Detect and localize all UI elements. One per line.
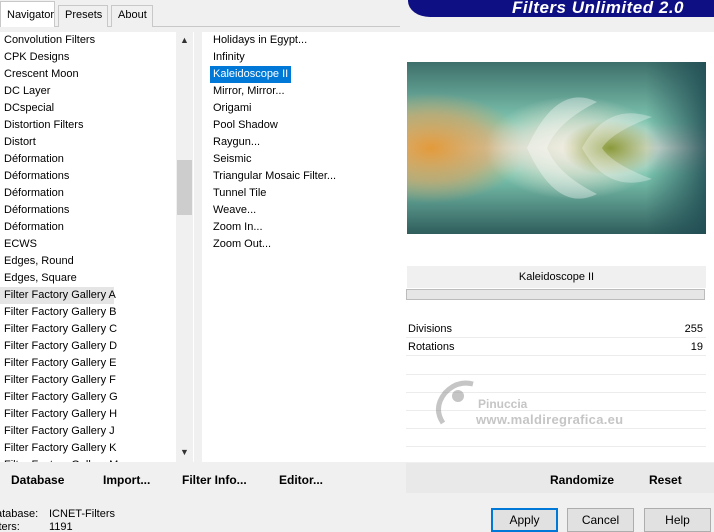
reset-button[interactable]: Reset (649, 473, 682, 487)
tab-navigator[interactable]: Navigator (0, 1, 55, 27)
param-row-empty (406, 392, 706, 393)
status-label: lters: (0, 521, 20, 532)
category-item[interactable]: Filter Factory Gallery C (0, 321, 176, 338)
cancel-button[interactable]: Cancel (567, 508, 634, 532)
category-item[interactable]: Déformations (0, 168, 176, 185)
param-row-empty (406, 446, 706, 447)
category-item[interactable]: Filter Factory Gallery B (0, 304, 176, 321)
filter-item[interactable]: Triangular Mosaic Filter... (210, 168, 339, 185)
scroll-thumb[interactable] (177, 160, 192, 215)
status-filters: lters: 1191 (0, 521, 73, 532)
filter-item[interactable]: Pool Shadow (210, 117, 281, 134)
category-item[interactable]: Filter Factory Gallery H (0, 406, 176, 423)
filter-item[interactable]: Raygun... (210, 134, 263, 151)
param-name: Divisions (408, 323, 453, 335)
filter-item[interactable]: Seismic (210, 151, 255, 168)
filter-item[interactable]: Zoom Out... (210, 236, 274, 253)
category-item[interactable]: Déformation (0, 219, 176, 236)
category-item[interactable]: Filter Factory Gallery D (0, 338, 176, 355)
category-item[interactable]: Convolution Filters (0, 32, 176, 49)
banner-title: Filters Unlimited 2.0 (511, 0, 684, 17)
category-item[interactable]: Déformation (0, 185, 176, 202)
param-row-rotations[interactable]: Rotations 19 (406, 338, 706, 356)
tab-about[interactable]: About (111, 5, 153, 27)
scroll-down-icon[interactable]: ▼ (176, 444, 193, 461)
filter-item[interactable]: Holidays in Egypt... (210, 32, 310, 49)
filter-item[interactable]: Zoom In... (210, 219, 266, 236)
tab-presets[interactable]: Presets (58, 5, 108, 27)
filter-item[interactable]: Kaleidoscope II (210, 66, 292, 83)
selected-filter-name: Kaleidoscope II (407, 266, 706, 288)
filter-item[interactable]: Weave... (210, 202, 259, 219)
status-value: ICNET-Filters (49, 508, 115, 520)
category-scrollbar[interactable]: ▲ ▼ (176, 32, 193, 462)
category-item[interactable]: Filter Factory Gallery M (0, 457, 176, 462)
category-item[interactable]: Déformations (0, 202, 176, 219)
filter-item[interactable]: Mirror, Mirror... (210, 83, 288, 100)
category-item[interactable]: Filter Factory Gallery J (0, 423, 176, 440)
category-list[interactable]: Convolution Filters CPK Designs Crescent M… (0, 32, 194, 462)
progress-bar (406, 289, 705, 300)
status-label: atabase: (0, 508, 39, 520)
param-row-divisions[interactable]: Divisions 255 (406, 320, 706, 338)
scroll-up-icon[interactable]: ▲ (176, 32, 193, 49)
category-item[interactable]: Filter Factory Gallery A (0, 287, 116, 304)
category-item[interactable]: Edges, Square (0, 270, 176, 287)
filter-list[interactable]: Holidays in Egypt... Infinity Kaleidoscope… (202, 32, 400, 462)
param-value[interactable]: 255 (685, 320, 703, 338)
category-item[interactable]: Distortion Filters (0, 117, 176, 134)
watermark-line1: Pinuccia (478, 397, 528, 411)
category-item[interactable]: Distort (0, 134, 176, 151)
editor-button[interactable]: Editor... (279, 473, 323, 487)
help-button[interactable]: Help (644, 508, 711, 532)
param-value[interactable]: 19 (691, 338, 703, 356)
param-row-empty (406, 428, 706, 429)
filter-info-button[interactable]: Filter Info... (182, 473, 247, 487)
filter-item[interactable]: Tunnel Tile (210, 185, 269, 202)
category-item[interactable]: DC Layer (0, 83, 176, 100)
import-button[interactable]: Import... (103, 473, 150, 487)
database-button[interactable]: Database (11, 473, 64, 487)
status-value: 1191 (49, 521, 73, 532)
category-item[interactable]: DCspecial (0, 100, 176, 117)
category-item[interactable]: Filter Factory Gallery G (0, 389, 176, 406)
param-row-empty (406, 374, 706, 375)
randomize-button[interactable]: Randomize (550, 473, 614, 487)
category-item[interactable]: Filter Factory Gallery F (0, 372, 176, 389)
category-item[interactable]: Filter Factory Gallery K (0, 440, 176, 457)
param-row-empty (406, 410, 706, 411)
filter-item[interactable]: Infinity (210, 49, 248, 66)
watermark-line2: www.maldiregrafica.eu (476, 412, 624, 427)
filter-item[interactable]: Origami (210, 100, 255, 117)
filter-preview-image (407, 62, 706, 234)
category-item[interactable]: Edges, Round (0, 253, 176, 270)
category-item[interactable]: Filter Factory Gallery E (0, 355, 176, 372)
category-item[interactable]: Crescent Moon (0, 66, 176, 83)
category-item[interactable]: ECWS (0, 236, 176, 253)
category-item[interactable]: CPK Designs (0, 49, 176, 66)
apply-button[interactable]: Apply (491, 508, 558, 532)
param-name: Rotations (408, 341, 455, 353)
category-item[interactable]: Déformation (0, 151, 176, 168)
status-database: atabase: ICNET-Filters (0, 508, 115, 521)
tab-bar: Navigator Presets About (0, 0, 410, 27)
